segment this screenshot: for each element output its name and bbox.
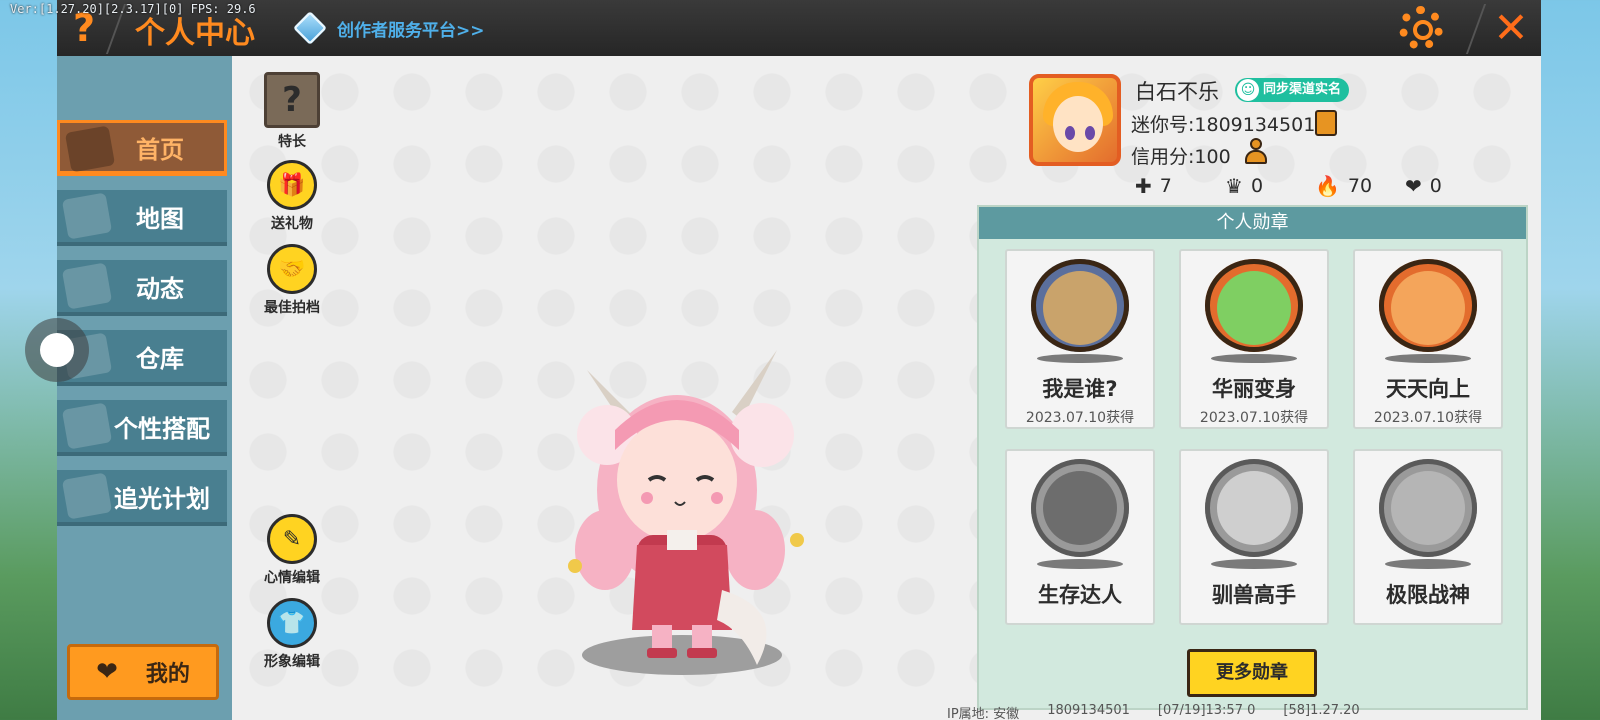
outfit-icon: 👕	[267, 598, 317, 648]
gift-label: 送礼物	[271, 216, 313, 232]
podium-icon: ♛	[1225, 174, 1243, 198]
house-icon	[64, 125, 116, 173]
stat-value: 0	[1429, 175, 1442, 197]
sidebar-item-label: 地图	[136, 204, 184, 233]
stat-fans[interactable]: ♛ 0	[1225, 174, 1315, 198]
medal-icon	[1205, 259, 1303, 352]
person-icon[interactable]	[1243, 138, 1271, 166]
look-label: 形象编辑	[264, 654, 320, 670]
outfit-icon	[61, 402, 113, 450]
gift-icon: 🎁	[267, 160, 317, 210]
handshake-icon: 🤝	[267, 244, 317, 294]
sidebar-item-home[interactable]: 首页	[57, 120, 227, 176]
mood-edit-button[interactable]: ✎ 心情编辑	[252, 514, 332, 587]
settings-gear-icon[interactable]	[1399, 6, 1443, 50]
sidebar-item-feed[interactable]: 动态	[57, 260, 227, 316]
badge-date: 2023.07.10获得	[1025, 410, 1135, 426]
badge-name: 天天向上	[1386, 377, 1470, 401]
badge-panel-title: 个人勋章	[979, 207, 1526, 239]
stat-value: 7	[1159, 175, 1172, 197]
creator-platform-link[interactable]: 创作者服务平台>>	[293, 10, 485, 46]
ip-location: IP属地: 安徽	[947, 707, 1020, 720]
verify-badge[interactable]: ☺ 同步渠道实名	[1235, 78, 1350, 102]
look-edit-button[interactable]: 👕 形象编辑	[252, 598, 332, 671]
verify-label: 同步渠道实名	[1263, 82, 1342, 97]
sidebar-item-label: 仓库	[136, 344, 184, 373]
footer-time: [07/19]13:57 0	[1157, 703, 1256, 718]
avatar[interactable]	[1029, 74, 1121, 166]
medal-icon	[1031, 259, 1129, 352]
badge-panel: 个人勋章 我是谁? 2023.07.10获得 华丽变身 2023.07.10获得…	[977, 205, 1528, 710]
copy-icon[interactable]	[1315, 110, 1337, 136]
footer-info: IP属地: 安徽 1809134501 [07/19]13:57 0 [58]1…	[947, 703, 1360, 720]
badge-name: 华丽变身	[1212, 377, 1296, 401]
mood-label: 心情编辑	[264, 570, 320, 586]
best-partner-button[interactable]: 🤝 最佳拍档	[252, 244, 332, 317]
light-icon	[61, 472, 113, 520]
badge-card[interactable]: 极限战神	[1353, 449, 1503, 625]
skill-label: 特长	[278, 134, 306, 150]
sidebar-item-label: 首页	[136, 135, 184, 164]
profile-panel: ? 个人中心 创作者服务平台>> ✕ 首页 地图 动态 仓库 个性搭配 追光计划…	[57, 0, 1541, 720]
stat-follow[interactable]: ✚ 7	[1135, 174, 1225, 198]
stat-value: 0	[1250, 175, 1264, 197]
cube-icon	[293, 11, 327, 45]
badge-name: 驯兽高手	[1212, 583, 1296, 607]
badge-date: 2023.07.10获得	[1199, 410, 1309, 426]
plus-box-icon: ✚	[1135, 174, 1152, 198]
footer-uid: 1809134501	[1047, 703, 1130, 718]
footer-version: [58]1.27.20	[1283, 703, 1360, 718]
heart-broken-icon: ❤	[1405, 174, 1422, 198]
badge-card[interactable]: 华丽变身 2023.07.10获得	[1179, 249, 1329, 429]
debug-overlay: Ver:[1.27.20][2.3.17][0] FPS: 29.6	[10, 2, 256, 16]
medal-icon	[1379, 259, 1477, 352]
creator-link-label: 创作者服务平台>>	[337, 20, 485, 41]
stat-value: 70	[1347, 175, 1373, 197]
edit-icon: ✎	[267, 514, 317, 564]
floating-assist-button[interactable]	[25, 318, 89, 382]
sidebar-item-outfit[interactable]: 个性搭配	[57, 400, 227, 456]
medal-icon	[1205, 459, 1303, 557]
flame-icon: 🔥	[1315, 174, 1340, 198]
badge-card[interactable]: 我是谁? 2023.07.10获得	[1005, 249, 1155, 429]
stat-popularity[interactable]: 🔥 70	[1315, 174, 1405, 198]
partner-label: 最佳拍档	[264, 300, 320, 316]
heart-icon: ❤	[96, 657, 118, 687]
header-bar: ? 个人中心 创作者服务平台>> ✕	[57, 0, 1541, 56]
medal-icon	[1031, 459, 1129, 557]
stat-likes[interactable]: ❤ 0	[1405, 174, 1495, 198]
mini-id: 迷你号:1809134501	[1131, 114, 1316, 136]
header-divider	[1465, 4, 1487, 54]
badge-date: 2023.07.10获得	[1373, 410, 1483, 426]
user-name: 白石不乐	[1135, 80, 1219, 104]
skill-button[interactable]: ? 特长	[252, 72, 332, 151]
close-button[interactable]: ✕	[1489, 4, 1533, 52]
map-icon	[61, 192, 113, 240]
profile-stats: ✚ 7 ♛ 0 🔥 70 ❤ 0	[1135, 174, 1495, 198]
badge-card[interactable]: 驯兽高手	[1179, 449, 1329, 625]
badge-name: 生存达人	[1038, 583, 1122, 607]
credit-score: 信用分:100	[1131, 146, 1231, 168]
sidebar-item-label: 个性搭配	[114, 414, 210, 443]
sidebar-item-label: 追光计划	[114, 484, 210, 513]
badge-card[interactable]: 生存达人	[1005, 449, 1155, 625]
user-check-icon: ☺	[1237, 79, 1259, 101]
mine-button[interactable]: ❤ 我的	[67, 644, 219, 700]
badge-name: 我是谁?	[1042, 377, 1118, 401]
mine-label: 我的	[145, 662, 190, 687]
bell-icon	[61, 262, 113, 310]
badge-name: 极限战神	[1386, 583, 1470, 607]
send-gift-button[interactable]: 🎁 送礼物	[252, 160, 332, 233]
more-badges-button[interactable]: 更多勋章	[1187, 649, 1317, 697]
sidebar-item-light-plan[interactable]: 追光计划	[57, 470, 227, 526]
sidebar-item-map[interactable]: 地图	[57, 190, 227, 246]
sidebar: 首页 地图 动态 仓库 个性搭配 追光计划 ❤ 我的	[57, 56, 232, 720]
question-box-icon: ?	[264, 72, 320, 128]
badge-card[interactable]: 天天向上 2023.07.10获得	[1353, 249, 1503, 429]
sidebar-item-label: 动态	[136, 274, 184, 303]
character-avatar-3d[interactable]	[527, 330, 827, 680]
medal-icon	[1379, 459, 1477, 557]
